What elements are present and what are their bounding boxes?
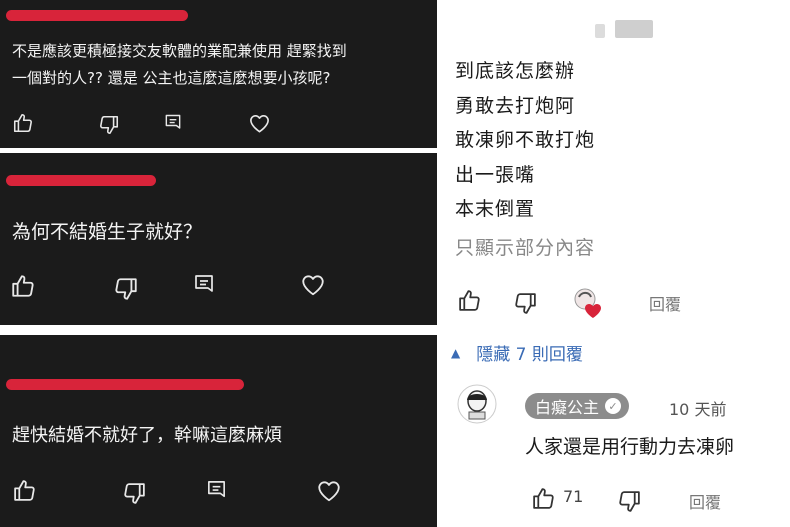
comment-icon[interactable] — [163, 113, 183, 133]
caret-up-icon: ▲ — [451, 345, 461, 360]
hide-replies-label: 隱藏 7 則回覆 — [476, 345, 583, 365]
creator-heart-avatar — [571, 286, 605, 324]
comment-icon[interactable] — [192, 273, 216, 297]
comment-text: 為何不結婚生子就好？ — [12, 221, 203, 243]
blurred-header — [595, 24, 605, 38]
comment-text-line: 一個對的人?? 還是 公主也這麼這麼想要小孩呢? — [12, 69, 331, 87]
like-count: 71 — [563, 487, 584, 506]
comment-line: 敢凍卵不敢打炮 — [455, 129, 596, 151]
reply-timestamp: 10 天前 — [669, 400, 727, 419]
comment-line: 本末倒置 — [455, 198, 536, 220]
reply-thread: 到底該怎麼辦 勇敢去打炮阿 敢凍卵不敢打炮 出一張嘴 本末倒置 只顯示部分內容 … — [437, 0, 790, 527]
thumb-up-icon[interactable] — [10, 273, 36, 299]
comment-line: 勇敢去打炮阿 — [455, 95, 576, 117]
author-name: 白癡公主 — [535, 398, 600, 417]
avatar[interactable] — [457, 384, 497, 428]
thumb-down-icon[interactable] — [98, 114, 120, 136]
comment-card: 不是應該更積極接交友軟體的業配兼使用 趕緊找到 一個對的人?? 還是 公主也這麼… — [0, 0, 437, 148]
thumb-up-icon[interactable] — [457, 288, 482, 317]
reply-button[interactable]: 回覆 — [689, 489, 721, 513]
comment-line: 到底該怎麼辦 — [455, 60, 576, 82]
thumb-down-icon[interactable] — [513, 291, 538, 320]
redacted-username — [6, 175, 156, 186]
comment-card: 趕快結婚不就好了，幹嘛這麼麻煩 — [0, 335, 437, 527]
comment-text: 趕快結婚不就好了，幹嘛這麼麻煩 — [12, 425, 282, 446]
blurred-header — [615, 20, 653, 38]
thumb-up-icon[interactable] — [12, 478, 37, 503]
comment-line: 出一張嘴 — [455, 164, 536, 186]
thumb-up-icon[interactable] — [531, 486, 556, 515]
redacted-username — [6, 10, 188, 21]
reply-button[interactable]: 回覆 — [649, 291, 681, 315]
show-partial-link[interactable]: 只顯示部分內容 — [455, 233, 595, 260]
comment-icon[interactable] — [205, 479, 228, 502]
comment-text: 不是應該更積極接交友軟體的業配兼使用 趕緊找到 一個對的人?? 還是 公主也這麼… — [12, 38, 427, 92]
heart-icon[interactable] — [316, 478, 342, 504]
author-badge[interactable]: 白癡公主 ✓ — [525, 393, 630, 419]
comment-text-line: 不是應該更積極接交友軟體的業配兼使用 趕緊找到 — [12, 42, 347, 60]
thumb-down-icon[interactable] — [617, 489, 642, 518]
heart-icon[interactable] — [300, 272, 326, 298]
thumb-down-icon[interactable] — [122, 481, 147, 506]
redacted-username — [6, 379, 244, 390]
comment-card: 為何不結婚生子就好？ — [0, 153, 437, 325]
heart-icon[interactable] — [248, 112, 271, 135]
thumb-up-icon[interactable] — [12, 112, 34, 134]
thumb-down-icon[interactable] — [113, 276, 139, 302]
hide-replies-toggle[interactable]: ▲ 隱藏 7 則回覆 — [451, 340, 583, 365]
reply-text: 人家還是用行動力去凍卵 — [525, 436, 735, 458]
verified-check-icon: ✓ — [605, 398, 622, 414]
